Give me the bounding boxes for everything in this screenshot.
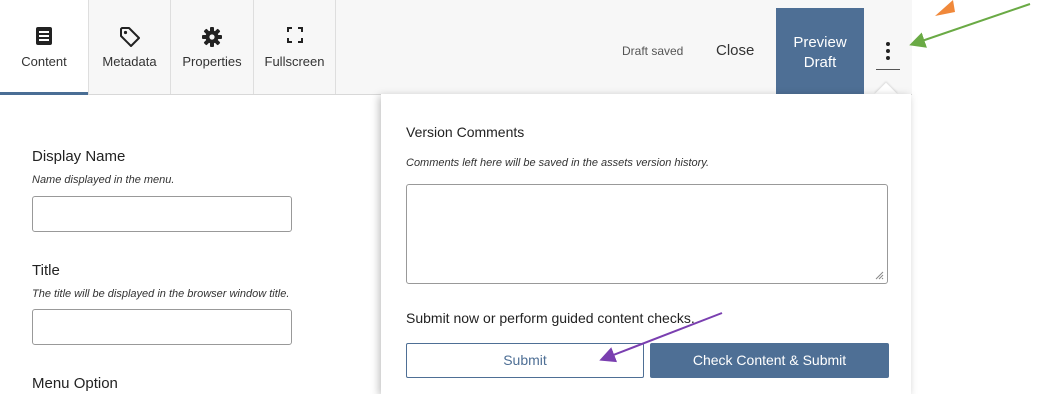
version-comments-title: Version Comments (406, 124, 525, 140)
more-options-button[interactable] (874, 36, 902, 70)
check-content-submit-button[interactable]: Check Content & Submit (650, 343, 889, 378)
submit-prompt: Submit now or perform guided content che… (406, 310, 695, 326)
version-comments-textarea[interactable] (406, 184, 888, 284)
tab-fullscreen[interactable]: Fullscreen (254, 0, 336, 94)
editor-toolbar: Content Metadata Properties Fullscreen D… (0, 0, 1052, 95)
vertical-ellipsis-icon (886, 42, 890, 60)
draft-status: Draft saved (622, 44, 684, 58)
submit-dropdown-panel: Version Comments Comments left here will… (381, 94, 911, 394)
content-icon (0, 26, 88, 48)
version-comments-help: Comments left here will be saved in the … (406, 157, 710, 169)
tab-properties[interactable]: Properties (171, 0, 254, 94)
title-help: The title will be displayed in the brows… (32, 288, 290, 300)
tab-content[interactable]: Content (0, 0, 89, 95)
submit-button[interactable]: Submit (406, 343, 644, 378)
menu-option-label: Menu Option (32, 375, 118, 392)
tab-content-label: Content (21, 54, 67, 69)
resize-handle-icon[interactable] (875, 271, 884, 280)
tab-metadata-label: Metadata (102, 54, 157, 69)
preview-draft-label-line1: Preview (793, 34, 847, 51)
tab-fullscreen-label: Fullscreen (264, 54, 325, 69)
tab-properties-label: Properties (182, 54, 242, 69)
display-name-help: Name displayed in the menu. (32, 174, 175, 186)
more-options-underline (876, 69, 900, 70)
preview-draft-button[interactable]: Preview Draft (776, 8, 864, 94)
title-input[interactable] (32, 309, 292, 345)
fullscreen-icon (254, 26, 335, 48)
close-button[interactable]: Close (716, 42, 754, 59)
gear-icon (171, 26, 253, 48)
tag-icon (89, 26, 170, 48)
title-label: Title (32, 262, 60, 279)
display-name-label: Display Name (32, 148, 126, 165)
preview-draft-label-line2: Draft (803, 54, 837, 71)
display-name-input[interactable] (32, 196, 292, 232)
tab-metadata[interactable]: Metadata (89, 0, 171, 94)
